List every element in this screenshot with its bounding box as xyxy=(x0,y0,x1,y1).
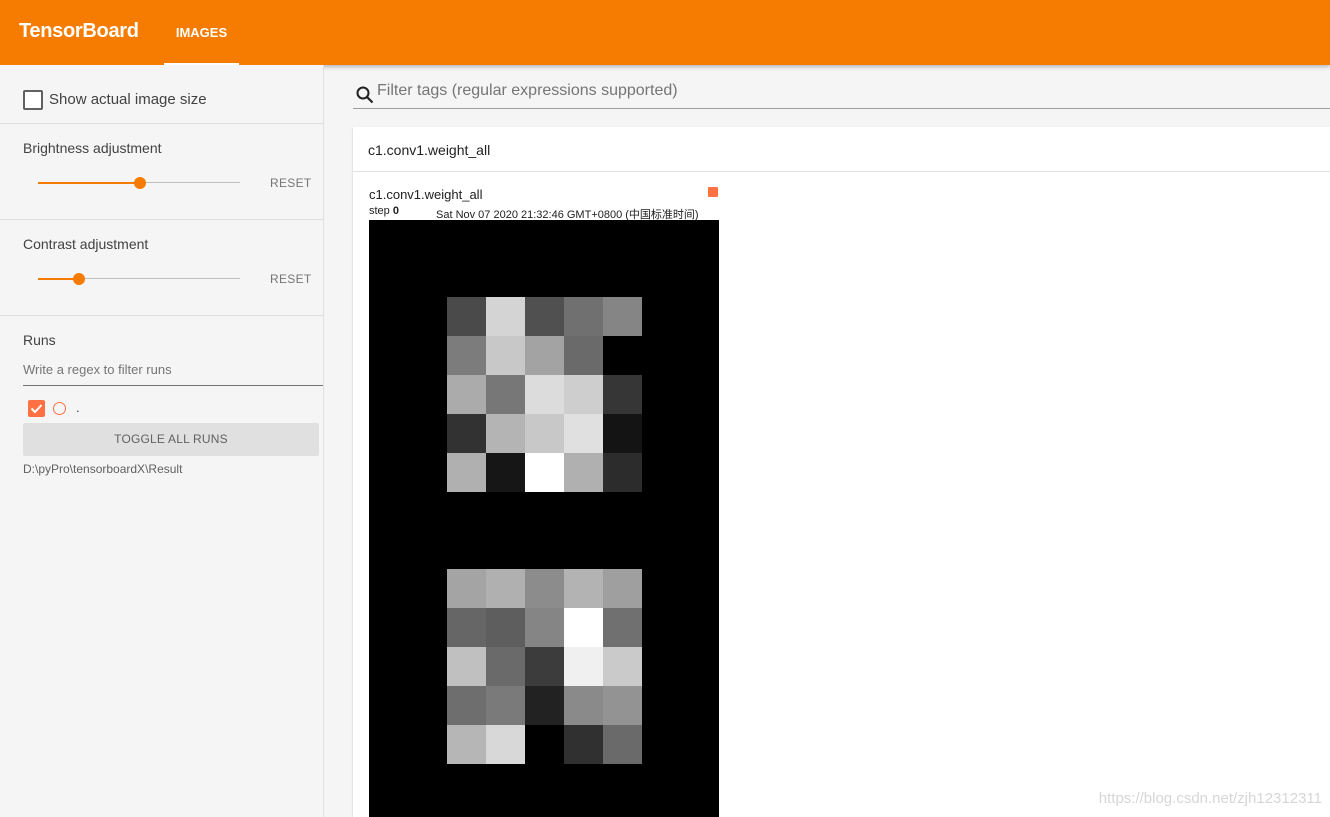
weight-cell xyxy=(525,375,564,414)
weight-cell xyxy=(486,297,525,336)
check-icon xyxy=(30,404,43,414)
weight-cell xyxy=(564,414,603,453)
tag-filter-input[interactable] xyxy=(377,82,1277,100)
weight-cell xyxy=(447,375,486,414)
weight-cell xyxy=(603,453,642,492)
weight-cell xyxy=(525,608,564,647)
weight-grid xyxy=(447,569,642,764)
card-title: c1.conv1.weight_all xyxy=(368,142,491,158)
step-value: 0 xyxy=(392,205,399,217)
image-display[interactable] xyxy=(369,220,719,817)
weight-cell xyxy=(486,375,525,414)
weight-cell xyxy=(486,453,525,492)
runs-filter-input[interactable] xyxy=(23,362,323,377)
contrast-reset-button[interactable]: RESET xyxy=(270,272,312,286)
weight-cell xyxy=(564,336,603,375)
show-actual-size-label: Show actual image size xyxy=(49,91,207,108)
weight-cell xyxy=(525,297,564,336)
toggle-all-runs-button[interactable]: TOGGLE ALL RUNS xyxy=(23,423,319,456)
weight-cell xyxy=(525,686,564,725)
weight-cell xyxy=(447,569,486,608)
weight-cell xyxy=(447,608,486,647)
weight-cell xyxy=(564,375,603,414)
weight-cell xyxy=(447,725,486,764)
run-color-badge xyxy=(708,187,718,197)
weight-cell xyxy=(564,569,603,608)
weight-cell xyxy=(447,647,486,686)
weight-cell xyxy=(603,336,642,375)
weight-cell xyxy=(486,608,525,647)
weight-cell xyxy=(603,686,642,725)
show-actual-size-checkbox[interactable] xyxy=(23,90,43,110)
run-checkbox[interactable] xyxy=(28,400,45,417)
step-info: step 0 xyxy=(369,205,399,217)
weight-cell xyxy=(603,414,642,453)
brightness-slider-knob[interactable] xyxy=(134,177,146,189)
brightness-slider-fill xyxy=(38,182,139,184)
weight-cell xyxy=(486,569,525,608)
weight-cell xyxy=(525,569,564,608)
run-color-indicator xyxy=(53,402,66,415)
tag-group-card: c1.conv1.weight_all c1.conv1.weight_all … xyxy=(353,127,1330,817)
search-icon xyxy=(356,86,374,104)
app-title: TensorBoard xyxy=(19,20,139,42)
weight-cell xyxy=(447,336,486,375)
weight-cell xyxy=(564,647,603,686)
tag-filter xyxy=(353,78,1330,109)
runs-title: Runs xyxy=(23,332,56,348)
sidebar: Show actual image size Brightness adjust… xyxy=(0,65,324,817)
watermark: https://blog.csdn.net/zjh12312311 xyxy=(1098,790,1322,807)
contrast-slider-knob[interactable] xyxy=(73,273,85,285)
tab-images-label: IMAGES xyxy=(175,25,228,40)
weight-cell xyxy=(447,686,486,725)
card-header[interactable]: c1.conv1.weight_all xyxy=(353,127,1330,172)
contrast-label: Contrast adjustment xyxy=(23,236,149,252)
divider xyxy=(0,123,323,124)
top-app-bar: TensorBoard IMAGES xyxy=(0,0,1330,65)
weight-cell xyxy=(603,297,642,336)
weight-cell xyxy=(564,453,603,492)
weight-cell xyxy=(603,725,642,764)
step-label: step xyxy=(369,205,390,217)
weight-cell xyxy=(564,297,603,336)
brightness-reset-button[interactable]: RESET xyxy=(270,176,312,190)
weight-cell xyxy=(486,725,525,764)
divider xyxy=(0,219,323,220)
weight-cell xyxy=(525,414,564,453)
weight-cell xyxy=(603,647,642,686)
image-title: c1.conv1.weight_all xyxy=(369,187,483,202)
weight-cell xyxy=(447,297,486,336)
weight-cell xyxy=(525,453,564,492)
weight-cell xyxy=(603,375,642,414)
logdir-path: D:\pyPro\tensorboardX\Result xyxy=(23,462,183,476)
weight-cell xyxy=(603,608,642,647)
weight-cell xyxy=(564,725,603,764)
weight-cell xyxy=(564,608,603,647)
divider xyxy=(0,315,323,316)
contrast-slider-fill xyxy=(38,278,78,280)
tab-images[interactable]: IMAGES xyxy=(164,0,239,65)
run-label: . xyxy=(76,400,80,415)
brightness-label: Brightness adjustment xyxy=(23,140,162,156)
weight-grid xyxy=(447,297,642,492)
weight-cell xyxy=(525,725,564,764)
weight-cell xyxy=(564,686,603,725)
weight-cell xyxy=(486,336,525,375)
runs-filter xyxy=(23,355,323,386)
weight-cell xyxy=(447,453,486,492)
weight-cell xyxy=(486,414,525,453)
weight-cell xyxy=(525,336,564,375)
weight-cell xyxy=(603,569,642,608)
weight-cell xyxy=(486,686,525,725)
weight-cell xyxy=(447,414,486,453)
weight-cell xyxy=(486,647,525,686)
weight-cell xyxy=(525,647,564,686)
